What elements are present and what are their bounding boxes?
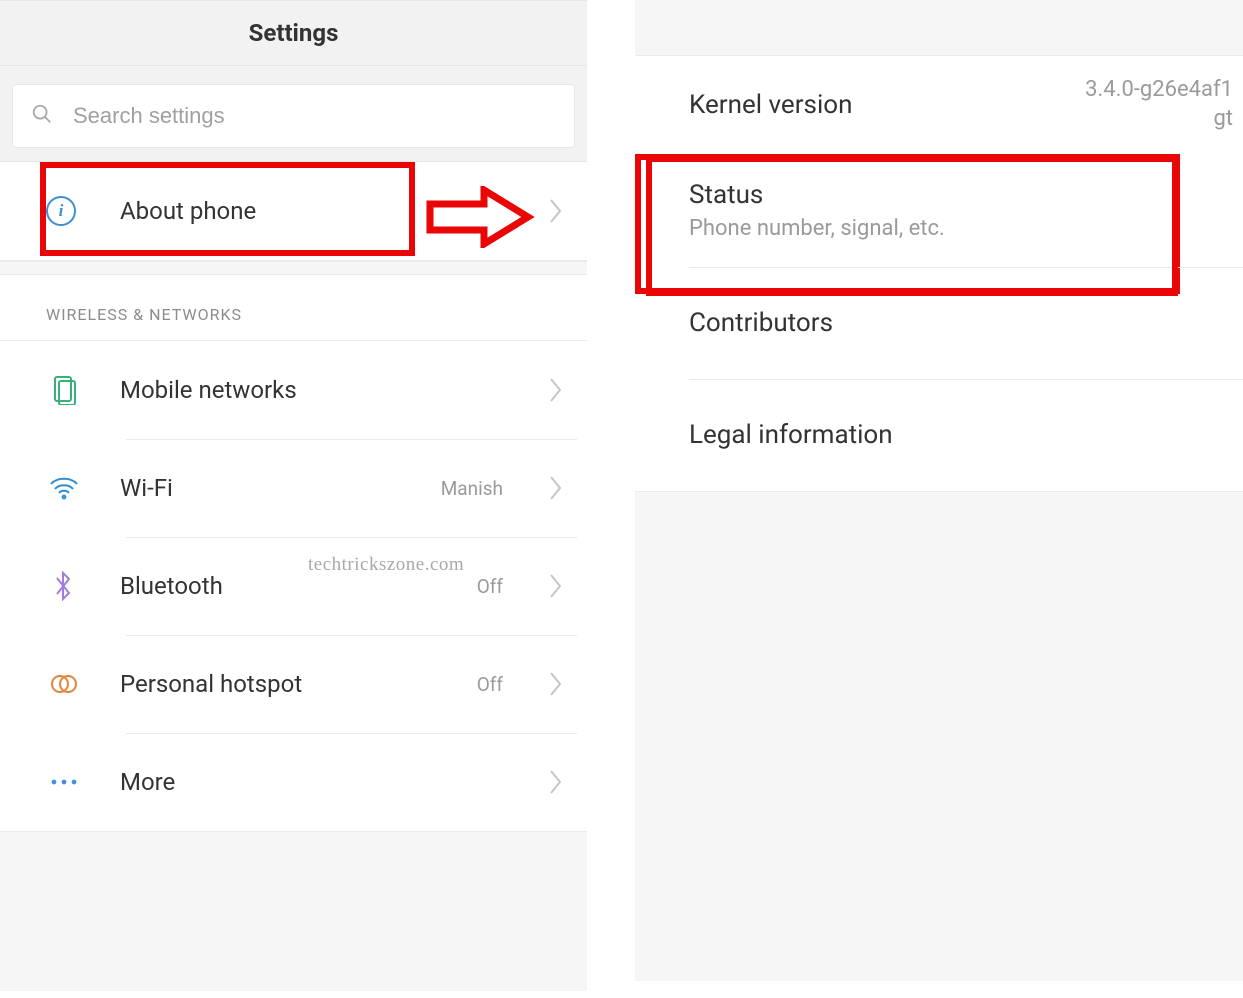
bluetooth-row[interactable]: Bluetooth Off xyxy=(0,537,587,635)
chevron-right-icon xyxy=(521,769,563,795)
bottom-spacer xyxy=(635,491,1243,981)
search-box[interactable] xyxy=(12,84,575,148)
personal-hotspot-row[interactable]: Personal hotspot Off xyxy=(0,635,587,733)
more-icon xyxy=(46,778,82,786)
section-header-wireless: WIRELESS & NETWORKS xyxy=(0,275,587,341)
status-label: Status xyxy=(689,180,1233,210)
legal-information-label: Legal information xyxy=(689,420,1233,450)
contributors-row[interactable]: Contributors xyxy=(635,267,1243,379)
kernel-version-value: 3.4.0-g26e4af1 gt xyxy=(1085,76,1233,133)
mobile-networks-icon xyxy=(46,375,82,405)
hotspot-icon xyxy=(46,672,82,696)
chevron-right-icon xyxy=(521,198,563,224)
status-row[interactable]: Status Phone number, signal, etc. xyxy=(635,154,1243,267)
settings-header: Settings xyxy=(0,0,587,66)
about-phone-row[interactable]: i About phone xyxy=(0,162,587,260)
wifi-icon xyxy=(46,476,82,500)
bluetooth-icon xyxy=(46,571,82,601)
status-subtitle: Phone number, signal, etc. xyxy=(689,216,1233,241)
search-input[interactable] xyxy=(53,103,556,129)
bluetooth-label: Bluetooth xyxy=(120,572,477,600)
kernel-version-row[interactable]: Kernel version 3.4.0-g26e4af1 gt xyxy=(635,56,1243,154)
wifi-row[interactable]: Wi-Fi Manish xyxy=(0,439,587,537)
search-icon xyxy=(31,103,53,129)
about-phone-list: Kernel version 3.4.0-g26e4af1 gt Status … xyxy=(635,56,1243,491)
settings-screen: Settings i About phone W xyxy=(0,0,587,998)
info-icon: i xyxy=(46,196,76,226)
wifi-value: Manish xyxy=(441,477,503,500)
personal-hotspot-value: Off xyxy=(477,673,503,696)
top-spacer xyxy=(635,0,1243,56)
personal-hotspot-label: Personal hotspot xyxy=(120,670,477,698)
mobile-networks-row[interactable]: Mobile networks xyxy=(0,341,587,439)
more-row[interactable]: More xyxy=(0,733,587,831)
legal-information-row[interactable]: Legal information xyxy=(635,379,1243,491)
chevron-right-icon xyxy=(521,377,563,403)
bottom-spacer xyxy=(0,831,587,991)
section-divider xyxy=(0,261,587,275)
wireless-networks-list: Mobile networks Wi-Fi Manish Bluetooth xyxy=(0,341,587,831)
page-title: Settings xyxy=(249,19,339,47)
mobile-networks-label: Mobile networks xyxy=(120,376,503,404)
about-phone-section: i About phone xyxy=(0,162,587,261)
search-area xyxy=(0,66,587,162)
chevron-right-icon xyxy=(521,573,563,599)
about-phone-label: About phone xyxy=(120,197,521,225)
chevron-right-icon xyxy=(521,475,563,501)
about-phone-screen: Kernel version 3.4.0-g26e4af1 gt Status … xyxy=(635,0,1243,998)
kernel-version-label: Kernel version xyxy=(689,90,1085,120)
more-label: More xyxy=(120,768,503,796)
contributors-label: Contributors xyxy=(689,308,1233,338)
wifi-label: Wi-Fi xyxy=(120,474,441,502)
bluetooth-value: Off xyxy=(477,575,503,598)
chevron-right-icon xyxy=(521,671,563,697)
